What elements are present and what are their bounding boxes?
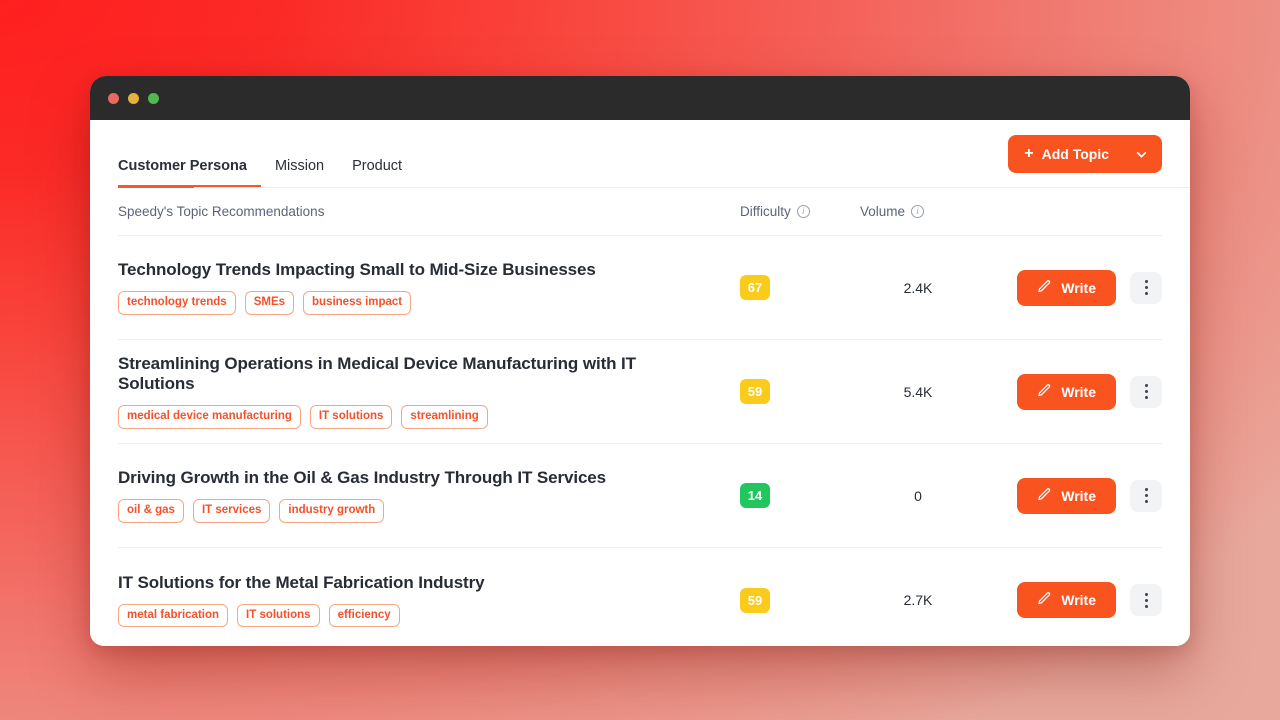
topics-table: Speedy's Topic Recommendations Difficult… (90, 188, 1190, 646)
topic-tag[interactable]: IT solutions (309, 405, 393, 429)
write-button-label: Write (1061, 279, 1096, 296)
write-button[interactable]: Write (1017, 582, 1116, 618)
more-options-button[interactable] (1130, 479, 1162, 512)
table-row[interactable]: IT Solutions for the Metal Fabrication I… (118, 548, 1162, 646)
close-icon[interactable] (108, 92, 119, 104)
topic-tag[interactable]: IT services (192, 499, 271, 523)
tab-mission[interactable]: Mission (261, 157, 338, 189)
tab-product[interactable]: Product (338, 157, 416, 189)
tab-customer-persona[interactable]: Customer Persona (118, 157, 261, 188)
tab-label: Mission (274, 157, 325, 174)
app-window: Customer Persona Mission Product + Add T… (90, 76, 1190, 646)
kebab-dot-icon (1144, 604, 1148, 608)
chevron-down-icon[interactable] (1135, 148, 1148, 161)
add-topic-button[interactable]: + Add Topic (1008, 135, 1162, 173)
topic-tag[interactable]: metal fabrication (118, 603, 229, 628)
topic-tags: technology trends SMEs business impact (118, 291, 716, 315)
topic-tag[interactable]: efficiency (328, 603, 400, 628)
more-options-button[interactable] (1130, 271, 1162, 304)
row-actions: Write (992, 269, 1162, 306)
topic-title[interactable]: IT Solutions for the Metal Fabrication I… (118, 573, 716, 593)
topic-cell: Technology Trends Impacting Small to Mid… (118, 260, 740, 315)
row-actions: Write (992, 477, 1162, 514)
kebab-dot-icon (1144, 500, 1148, 503)
maximize-icon[interactable] (148, 92, 159, 104)
topic-title[interactable]: Streamlining Operations in Medical Devic… (118, 354, 716, 394)
topic-tags: metal fabrication IT solutions efficienc… (118, 603, 716, 628)
info-icon[interactable]: i (911, 205, 925, 218)
column-header-volume: Volume i (860, 204, 992, 219)
write-button-label: Write (1061, 487, 1096, 504)
topic-tag[interactable]: streamlining (401, 405, 488, 429)
pencil-icon (1037, 591, 1052, 609)
column-header-difficulty-label: Difficulty (740, 204, 791, 219)
column-header-title: Speedy's Topic Recommendations (118, 204, 325, 219)
difficulty-cell: 67 (740, 275, 860, 300)
volume-cell: 2.4K (903, 279, 933, 296)
pencil-icon (1037, 487, 1052, 505)
top-bar: Customer Persona Mission Product + Add T… (90, 120, 1190, 188)
kebab-dot-icon (1144, 592, 1148, 596)
topic-cell: IT Solutions for the Metal Fabrication I… (118, 573, 740, 628)
table-header-row: Speedy's Topic Recommendations Difficult… (118, 188, 1162, 236)
difficulty-badge: 67 (740, 275, 770, 300)
kebab-dot-icon (1144, 390, 1148, 393)
row-actions: Write (992, 582, 1162, 618)
write-button[interactable]: Write (1017, 269, 1116, 306)
window-titlebar (90, 76, 1190, 120)
difficulty-badge: 59 (740, 379, 770, 404)
topic-tag[interactable]: oil & gas (118, 499, 184, 523)
plus-icon: + (1024, 145, 1034, 162)
volume-cell: 5.4K (903, 383, 933, 400)
column-header-volume-label: Volume (860, 204, 906, 219)
more-options-button[interactable] (1130, 584, 1162, 616)
volume-cell: 2.7K (903, 592, 933, 608)
topic-title[interactable]: Technology Trends Impacting Small to Mid… (118, 260, 716, 280)
kebab-dot-icon (1144, 280, 1148, 283)
kebab-dot-icon (1144, 598, 1148, 602)
more-options-button[interactable] (1130, 375, 1162, 408)
topic-tag[interactable]: industry growth (279, 499, 385, 523)
tab-bar-divider (194, 187, 1190, 188)
topic-tag[interactable]: SMEs (244, 291, 295, 315)
volume-cell: 0 (914, 487, 922, 504)
kebab-dot-icon (1144, 494, 1148, 497)
write-button-label: Write (1061, 383, 1096, 400)
topic-tag[interactable]: business impact (303, 291, 412, 315)
pencil-icon (1037, 383, 1052, 401)
write-button-label: Write (1061, 592, 1096, 608)
difficulty-badge: 59 (740, 587, 770, 613)
info-icon[interactable]: i (796, 205, 810, 218)
difficulty-cell: 59 (740, 587, 860, 613)
table-row[interactable]: Technology Trends Impacting Small to Mid… (118, 236, 1162, 340)
column-header-difficulty: Difficulty i (740, 204, 860, 219)
pencil-icon (1037, 279, 1052, 297)
difficulty-badge: 14 (740, 483, 770, 508)
topic-title[interactable]: Driving Growth in the Oil & Gas Industry… (118, 468, 716, 488)
kebab-dot-icon (1144, 292, 1148, 295)
topic-tag[interactable]: technology trends (118, 291, 236, 315)
write-button[interactable]: Write (1017, 477, 1116, 514)
difficulty-cell: 59 (740, 379, 860, 404)
topic-tags: oil & gas IT services industry growth (118, 499, 716, 523)
tab-bar: Customer Persona Mission Product (118, 120, 416, 188)
topic-tag[interactable]: medical device manufacturing (118, 405, 301, 429)
table-row[interactable]: Streamlining Operations in Medical Devic… (118, 340, 1162, 444)
topic-tag[interactable]: IT solutions (237, 603, 320, 628)
kebab-dot-icon (1144, 286, 1148, 289)
topic-cell: Streamlining Operations in Medical Devic… (118, 354, 740, 429)
kebab-dot-icon (1144, 396, 1148, 399)
write-button[interactable]: Write (1017, 373, 1116, 410)
tab-label: Product (352, 157, 403, 174)
topic-cell: Driving Growth in the Oil & Gas Industry… (118, 468, 740, 523)
topic-tags: medical device manufacturing IT solution… (118, 405, 716, 429)
minimize-icon[interactable] (128, 92, 139, 104)
kebab-dot-icon (1144, 488, 1148, 491)
row-actions: Write (992, 373, 1162, 410)
tab-label: Customer Persona (118, 157, 247, 174)
table-row[interactable]: Driving Growth in the Oil & Gas Industry… (118, 444, 1162, 548)
difficulty-cell: 14 (740, 483, 860, 508)
add-topic-label: Add Topic (1041, 146, 1109, 162)
kebab-dot-icon (1144, 384, 1148, 387)
